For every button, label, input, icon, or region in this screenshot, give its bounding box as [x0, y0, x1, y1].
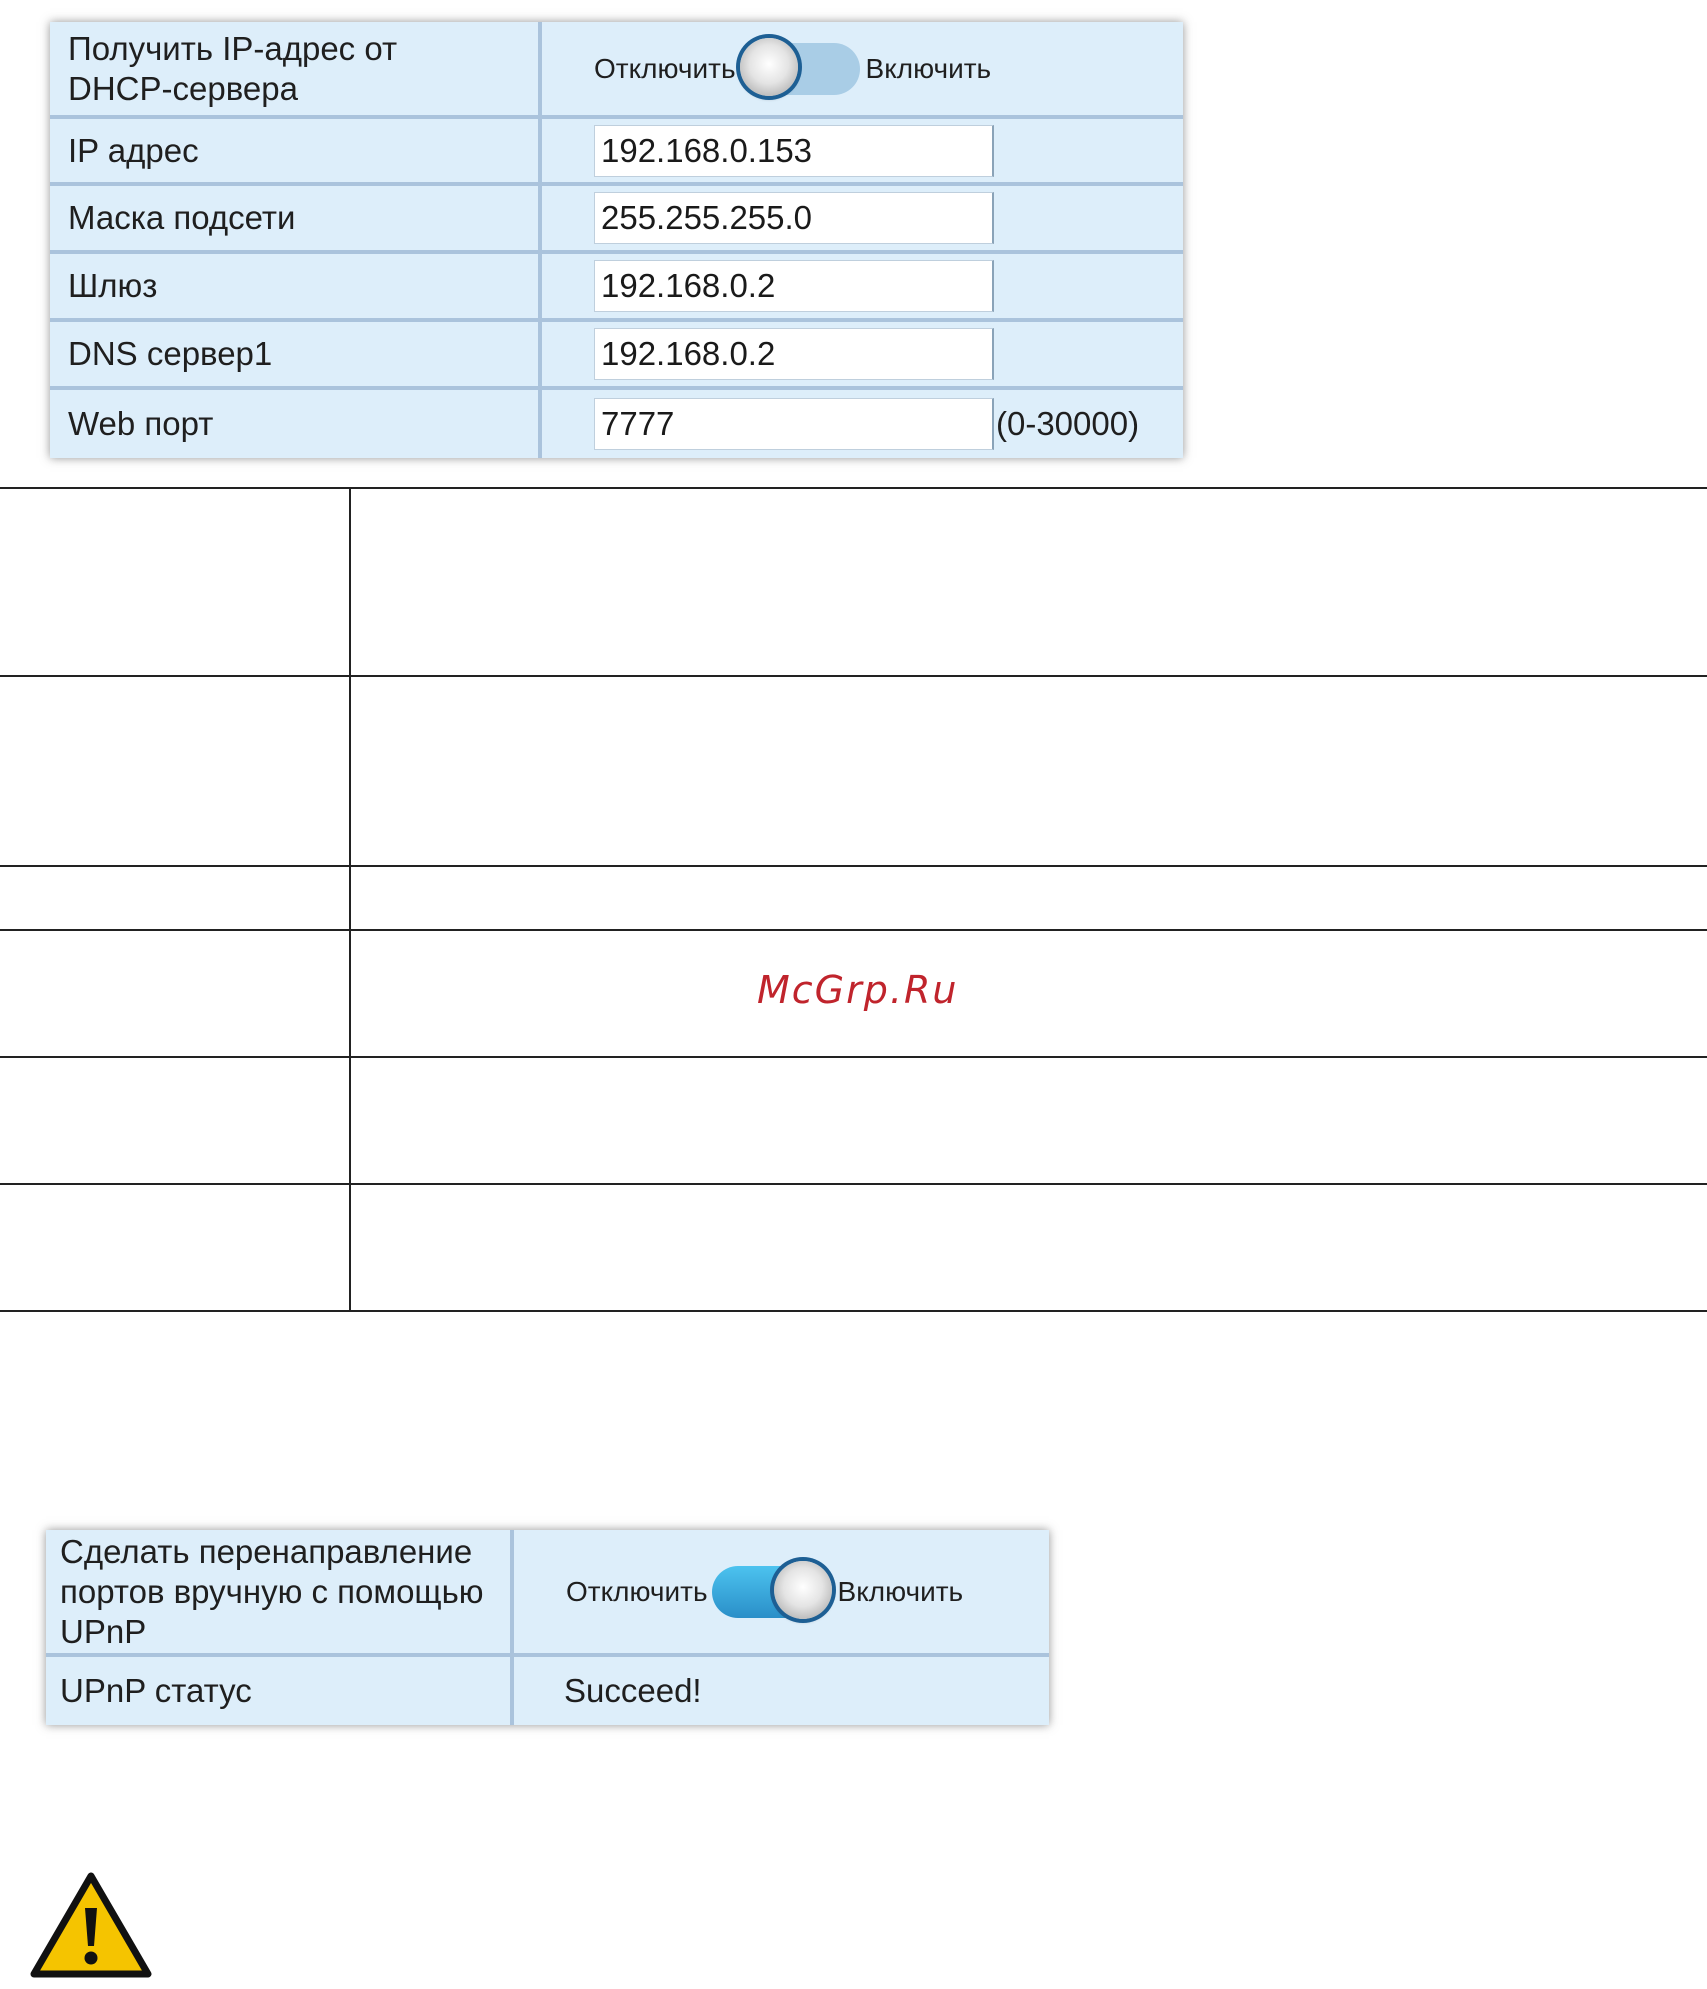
subnet-mask-field[interactable] [594, 192, 994, 244]
table-cell [350, 865, 1707, 931]
table-cell [0, 865, 351, 931]
upnp-toggle[interactable] [711, 1560, 832, 1619]
gateway-label: Шлюз [50, 254, 542, 322]
dhcp-toggle-row: Отключить Включить [594, 37, 992, 96]
toggle-knob[interactable] [739, 37, 798, 96]
dhcp-toggle[interactable] [739, 37, 860, 96]
description-table [0, 487, 1707, 1312]
ip-address-field[interactable] [594, 124, 994, 177]
table-cell [0, 1183, 351, 1312]
dhcp-toggle-cell: Отключить Включить [542, 22, 1183, 119]
table-cell [0, 487, 351, 677]
toggle-knob[interactable] [773, 1560, 832, 1619]
table-cell [350, 929, 1707, 1058]
dhcp-on-label: Включить [865, 52, 992, 84]
upnp-off-label: Отключить [566, 1575, 708, 1607]
web-port-cell: (0-30000) [542, 390, 1183, 458]
gateway-cell [542, 254, 1183, 322]
dns-server1-cell [542, 322, 1183, 390]
warning-icon [30, 1872, 152, 1983]
table-row [0, 865, 1707, 931]
ip-address-label: IP адрес [50, 119, 542, 186]
dhcp-off-label: Отключить [594, 52, 736, 84]
web-port-field[interactable] [594, 398, 994, 450]
web-port-label: Web порт [50, 390, 542, 458]
table-cell [350, 675, 1707, 867]
table-cell [350, 1056, 1707, 1185]
upnp-on-label: Включить [837, 1575, 964, 1607]
subnet-mask-cell [542, 186, 1183, 254]
ip-address-cell [542, 119, 1183, 186]
upnp-forward-label: Сделать перенаправление портов вручную с… [46, 1530, 514, 1657]
watermark: McGrp.Ru [757, 968, 959, 1012]
dhcp-label: Получить IP-адрес от DHCP-сервера [50, 22, 542, 119]
gateway-field[interactable] [594, 260, 994, 312]
upnp-status-value: Succeed! [564, 1672, 702, 1709]
table-cell [0, 675, 351, 867]
table-row [0, 487, 1707, 677]
table-cell [0, 1056, 351, 1185]
web-port-range: (0-30000) [996, 405, 1140, 442]
dns-server1-label: DNS сервер1 [50, 322, 542, 390]
table-cell [350, 487, 1707, 677]
dns-server1-field[interactable] [594, 328, 994, 380]
table-cell [0, 929, 351, 1058]
upnp-settings-panel: Сделать перенаправление портов вручную с… [46, 1530, 1049, 1725]
upnp-toggle-cell: Отключить Включить [514, 1530, 1049, 1657]
table-row [0, 1056, 1707, 1185]
upnp-status-label: UPnP статус [46, 1657, 514, 1725]
table-cell [350, 1183, 1707, 1312]
table-row [0, 675, 1707, 867]
upnp-toggle-row: Отключить Включить [566, 1560, 964, 1619]
table-row [0, 1183, 1707, 1312]
subnet-mask-label: Маска подсети [50, 186, 542, 254]
network-settings-panel: Получить IP-адрес от DHCP-сервера Отключ… [50, 22, 1183, 458]
